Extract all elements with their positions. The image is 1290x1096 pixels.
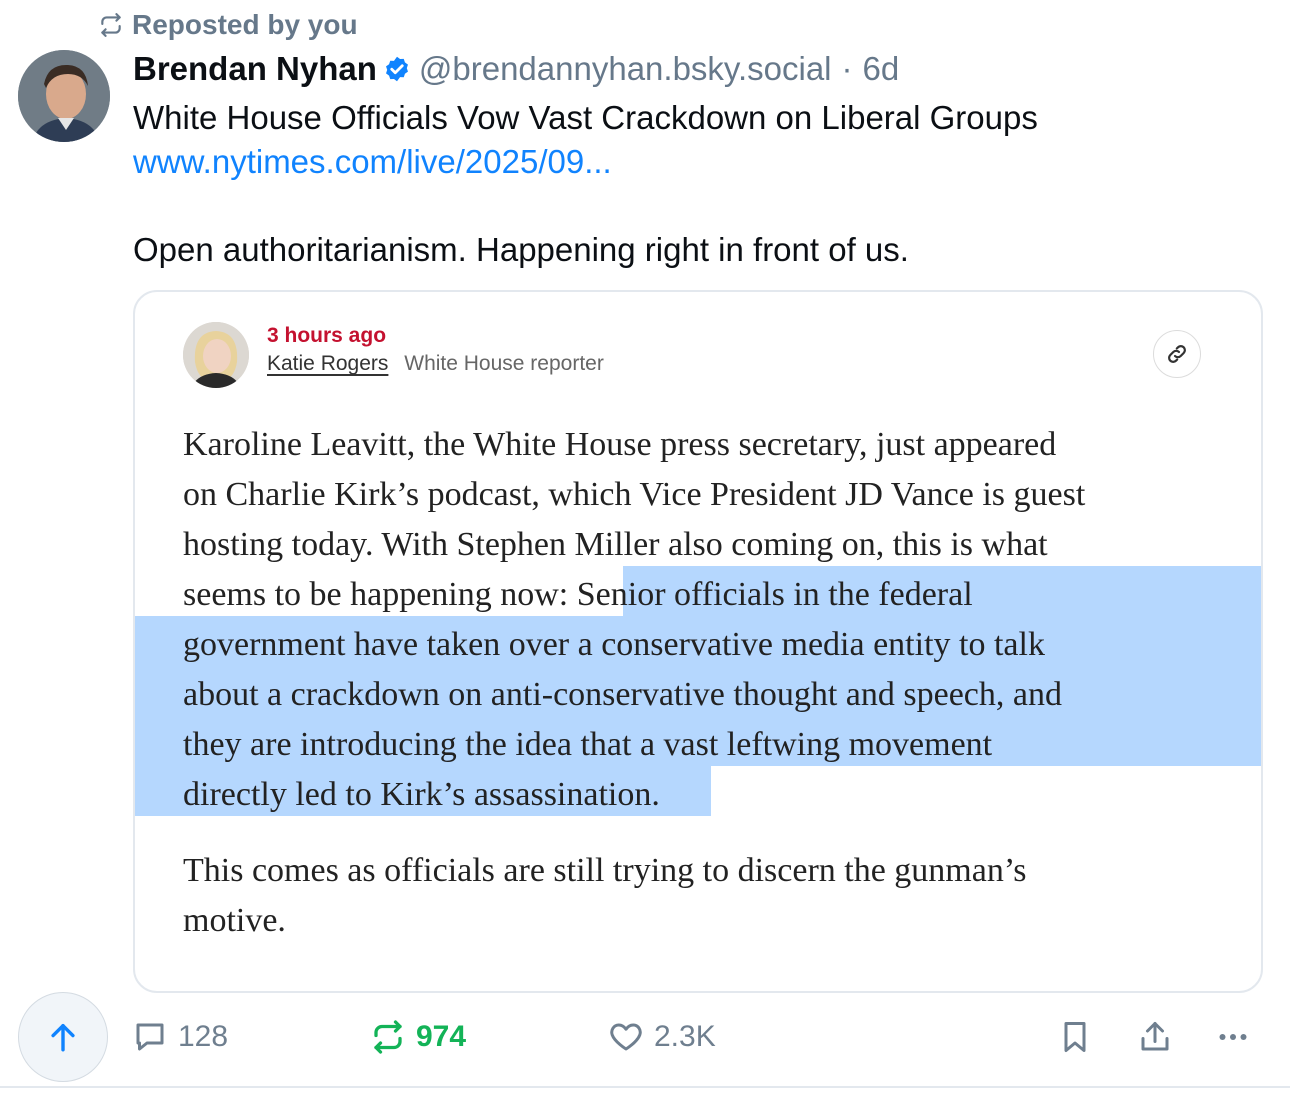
repost-icon [101, 13, 121, 37]
reporter-name: Katie Rogers [267, 352, 389, 375]
share-button[interactable] [1136, 1018, 1174, 1056]
like-count: 2.3K [654, 1020, 716, 1053]
repost-label: Reposted by you [132, 9, 358, 40]
reporter-byline: Katie Rogers White House reporter [267, 352, 604, 376]
post-link[interactable]: www.nytimes.com/live/2025/09... [133, 140, 1253, 184]
reporter-avatar [183, 322, 249, 388]
repost-button[interactable]: 974 [370, 1012, 466, 1062]
post-divider [0, 1086, 1290, 1088]
post-text: White House Officials Vow Vast Crackdown… [133, 96, 1253, 272]
reporter-avatar-image [183, 322, 249, 388]
reply-count: 128 [178, 1020, 229, 1053]
article-line: This comes as officials are still trying… [183, 852, 1027, 889]
highlighted-line: they are introducing the idea that a vas… [183, 726, 993, 763]
share-icon [1141, 1022, 1169, 1051]
arrow-up-icon [51, 1023, 75, 1052]
repost-header[interactable]: Reposted by you [98, 6, 358, 44]
post-headline: White House Officials Vow Vast Crackdown… [133, 99, 1038, 136]
author-name[interactable]: Brendan Nyhan [133, 50, 377, 88]
repost-count: 974 [416, 1020, 467, 1053]
repost-icon [374, 1020, 402, 1054]
highlighted-line: directly led to Kirk’s assassination. [183, 776, 660, 813]
reply-icon [136, 1023, 164, 1051]
bookmark-button[interactable] [1056, 1018, 1094, 1056]
copy-link-button [1153, 330, 1201, 378]
article-text: seems to be happening now: [183, 576, 577, 613]
entry-timestamp: 3 hours ago [267, 324, 387, 347]
article-line: on Charlie Kirk’s podcast, which Vice Pr… [183, 476, 1086, 513]
author-handle[interactable]: @brendannyhan.bsky.social [419, 50, 832, 88]
bookmark-icon [1064, 1022, 1086, 1052]
reporter-role: White House reporter [404, 352, 604, 375]
scroll-to-top-button[interactable] [18, 992, 108, 1082]
highlighted-text: Senior officials in the federal [576, 576, 973, 613]
reply-button[interactable]: 128 [132, 1012, 228, 1062]
article-line: hosting today. With Stephen Miller also … [183, 526, 1048, 563]
like-button[interactable]: 2.3K [608, 1012, 716, 1062]
more-icon [1219, 1034, 1247, 1040]
article-line: seems to be happening now: Senior offici… [183, 570, 1223, 620]
post-comment: Open authoritarianism. Happening right i… [133, 231, 909, 268]
post-actions: 128 974 2.3K [0, 990, 1290, 1086]
article-line: Karoline Leavitt, the White House press … [183, 426, 1057, 463]
highlighted-line: about a crackdown on anti-conservative t… [183, 676, 1062, 713]
post-age[interactable]: 6d [863, 50, 900, 88]
heart-icon [610, 1023, 642, 1051]
link-icon [1168, 345, 1186, 363]
separator-dot: · [841, 50, 853, 87]
author-avatar-image [18, 50, 110, 142]
more-options-button[interactable] [1214, 1018, 1252, 1056]
highlighted-line: government have taken over a conservativ… [183, 626, 1045, 663]
article-paragraph-1: Karoline Leavitt, the White House press … [183, 420, 1223, 820]
article-paragraph-2: This comes as officials are still trying… [183, 846, 1223, 946]
author-avatar[interactable] [18, 50, 110, 142]
article-line: motive. [183, 902, 286, 939]
verified-badge-icon [385, 56, 408, 82]
author-row: Brendan Nyhan @brendannyhan.bsky.social … [133, 46, 899, 92]
embedded-image-card[interactable]: 3 hours ago Katie Rogers White House rep… [133, 290, 1263, 993]
